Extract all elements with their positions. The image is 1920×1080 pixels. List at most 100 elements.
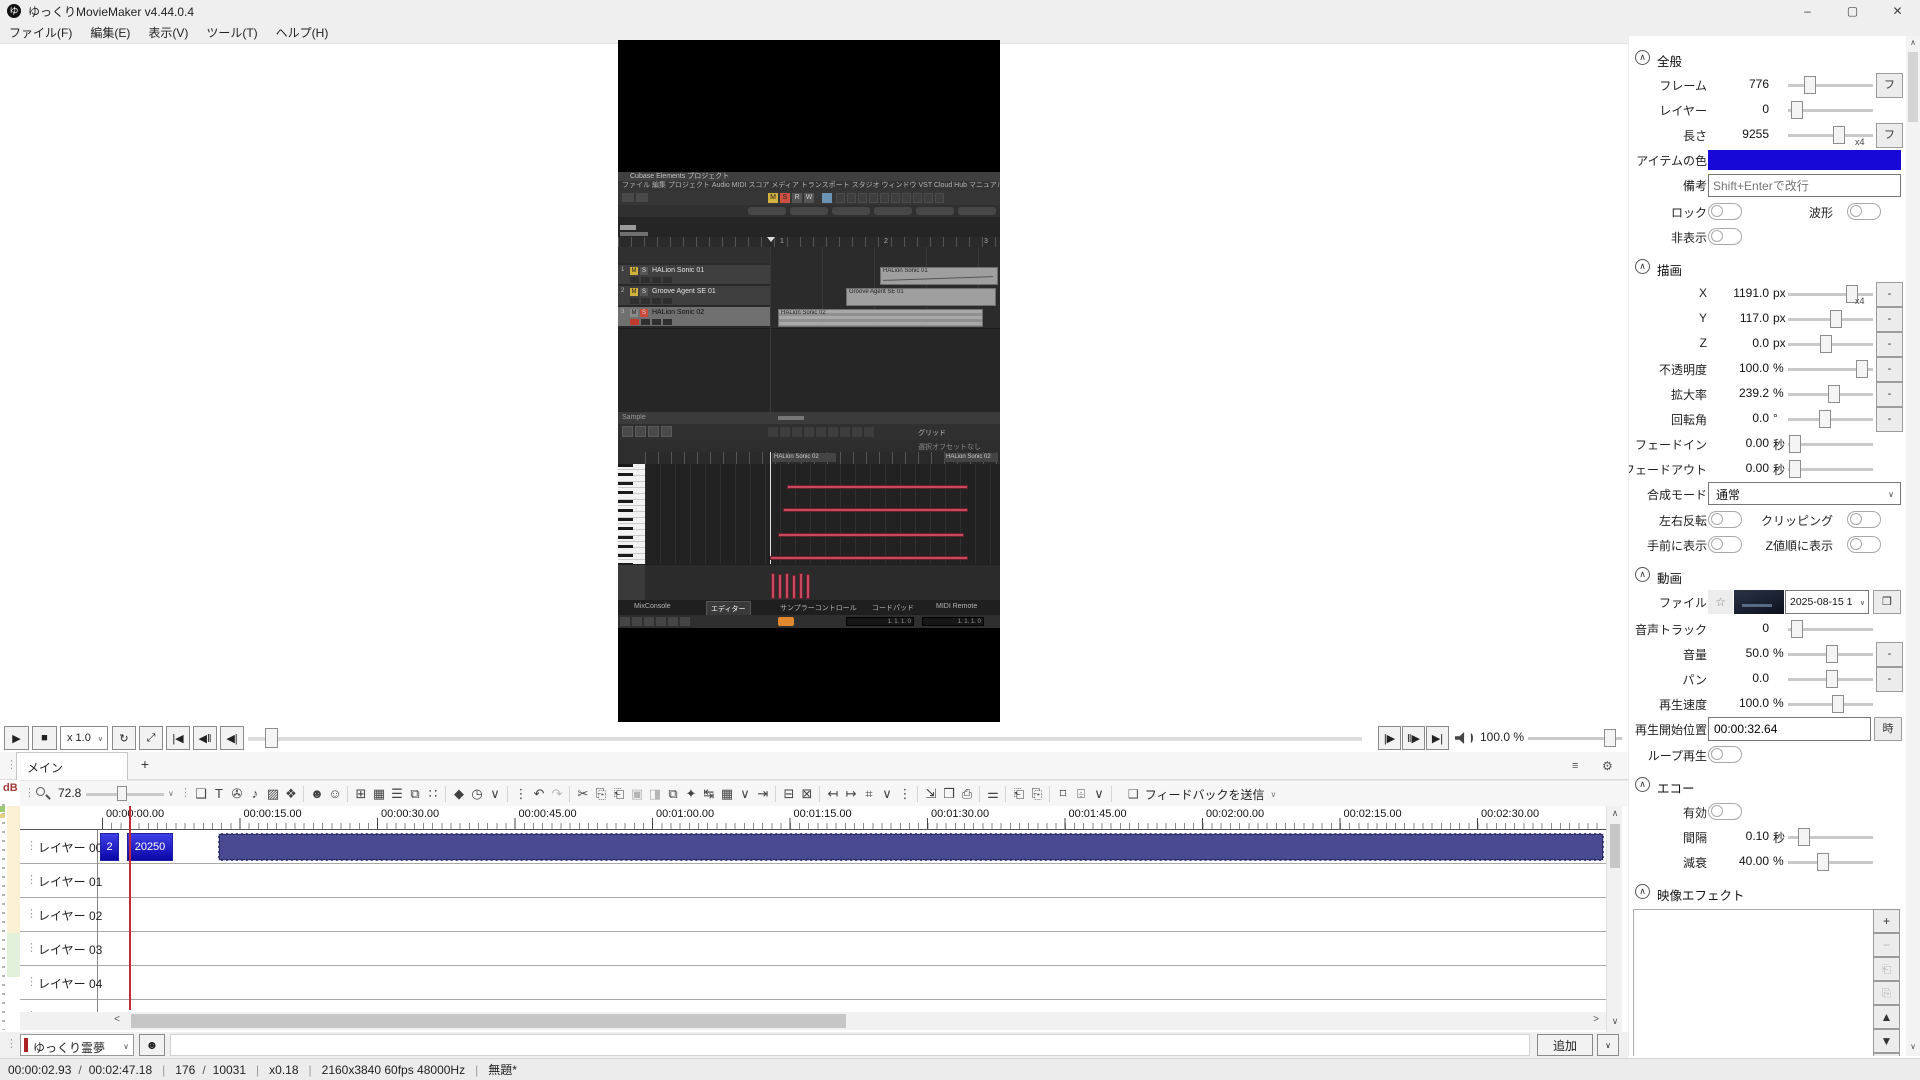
snap-icon[interactable]: ↹: [700, 784, 718, 804]
seek-slider-track[interactable]: [248, 737, 1362, 741]
timeline-item[interactable]: 20250: [127, 833, 173, 861]
open-folder-icon[interactable]: ❒: [940, 784, 958, 804]
video-effects-list[interactable]: [1633, 909, 1891, 1056]
x-link-button[interactable]: -: [1876, 282, 1903, 307]
lock-item-icon[interactable]: ✦: [682, 784, 700, 804]
stop-button[interactable]: ■: [32, 726, 57, 750]
section-collapse-button[interactable]: ∧: [1635, 259, 1650, 274]
panel-scroll-up-icon[interactable]: ∧: [1906, 38, 1920, 47]
text-item-icon[interactable]: T: [210, 784, 228, 804]
play-speed-slider-thumb[interactable]: [1832, 695, 1844, 713]
tab-list-icon[interactable]: ≡: [1572, 760, 1578, 772]
play-speed-slider-track[interactable]: [1788, 703, 1873, 706]
echo-enabled-toggle[interactable]: [1708, 803, 1742, 820]
close-button[interactable]: ✕: [1875, 0, 1920, 22]
panel-scroll-thumb[interactable]: [1908, 52, 1918, 122]
echo-interval-slider-thumb[interactable]: [1798, 828, 1810, 846]
undo-icon[interactable]: ↶: [530, 784, 548, 804]
rotation-slider-thumb[interactable]: [1819, 410, 1831, 428]
volume-slider-thumb[interactable]: [1604, 729, 1616, 747]
playhead[interactable]: [129, 806, 131, 1010]
x-value[interactable]: 1191.0: [1693, 286, 1769, 300]
table-icon[interactable]: ▦: [718, 784, 736, 804]
frame-slider-thumb[interactable]: [1804, 76, 1816, 94]
waveform-toggle[interactable]: [1847, 203, 1881, 220]
feedback-collapse-icon[interactable]: ∨: [1271, 790, 1277, 799]
section-collapse-button[interactable]: ∧: [1635, 884, 1650, 899]
capture-icon[interactable]: ⌹: [1072, 784, 1090, 804]
item-color-swatch[interactable]: [1708, 150, 1901, 170]
history-dropdown-icon[interactable]: ∨: [486, 784, 504, 804]
show-front-toggle[interactable]: [1708, 536, 1742, 553]
z-slider-thumb[interactable]: [1820, 335, 1832, 353]
frame-paste-icon[interactable]: ◨: [646, 784, 664, 804]
z-order-display-toggle[interactable]: [1847, 536, 1881, 553]
layer-drag-handle[interactable]: ⋮: [26, 873, 37, 886]
move-effect-down-button[interactable]: ▼: [1873, 1029, 1900, 1053]
loop-playback-toggle[interactable]: [1708, 746, 1742, 763]
length-slider-thumb[interactable]: [1833, 126, 1845, 144]
timeline-horizontal-scrollbar[interactable]: < >: [20, 1012, 1606, 1030]
length-link-button[interactable]: フ: [1876, 123, 1903, 148]
layer-header[interactable]: ⋮レイヤー 05: [20, 1000, 98, 1012]
toolbar-group-handle[interactable]: ⋮: [180, 786, 191, 799]
y-link-button[interactable]: -: [1876, 307, 1903, 332]
flip-horizontal-toggle[interactable]: [1708, 511, 1742, 528]
scroll-left-icon[interactable]: <: [104, 1014, 130, 1025]
jump-prev-icon[interactable]: ↤: [824, 784, 842, 804]
rotation-link-button[interactable]: -: [1876, 407, 1903, 432]
volume-slider-thumb[interactable]: [1826, 645, 1838, 663]
audio-track-slider-thumb[interactable]: [1791, 620, 1803, 638]
speed-select[interactable]: x 1.0∨: [60, 726, 108, 750]
mixer-icon[interactable]: ⚌: [984, 784, 1002, 804]
opacity-slider-thumb[interactable]: [1856, 360, 1868, 378]
overflow-dropdown-icon[interactable]: ∨: [878, 784, 896, 804]
frame-link-button[interactable]: フ: [1876, 73, 1903, 98]
layer-drag-handle[interactable]: ⋮: [26, 839, 37, 852]
template-icon[interactable]: ⊞: [352, 784, 370, 804]
shape-item-icon[interactable]: ❖: [282, 784, 300, 804]
frame-slider-track[interactable]: [1788, 84, 1873, 87]
prev-item-button[interactable]: ◀‖: [193, 726, 217, 750]
item-list-icon[interactable]: ☰: [388, 784, 406, 804]
echo-decay-slider-track[interactable]: [1788, 861, 1873, 864]
loop-playback-button[interactable]: ↻: [112, 726, 136, 750]
timeline-item[interactable]: 2: [100, 833, 119, 861]
next-frame-button[interactable]: |▶: [1378, 726, 1401, 750]
timeline-settings-gear-icon[interactable]: ⚙: [1602, 759, 1613, 773]
timeline-zoom-value[interactable]: 72.8: [58, 786, 81, 800]
layer-drag-handle[interactable]: ⋮: [26, 975, 37, 988]
zoom-rate-value[interactable]: 239.2: [1693, 386, 1769, 400]
scroll-down-icon[interactable]: ∨: [1607, 1016, 1623, 1027]
overflow-dots-icon[interactable]: ⋮: [896, 784, 914, 804]
play-button[interactable]: ▶: [4, 726, 29, 750]
menu-item-3[interactable]: ツール(T): [197, 22, 266, 43]
add-tab-button[interactable]: +: [136, 756, 154, 776]
length-value[interactable]: 9255: [1693, 127, 1769, 141]
volume-value[interactable]: 50.0: [1693, 646, 1769, 660]
opacity-link-button[interactable]: -: [1876, 357, 1903, 382]
pan-value[interactable]: 0.0: [1693, 671, 1769, 685]
layers-vertical-scrollbar[interactable]: ∧ ∨: [1606, 806, 1622, 1032]
jump-next-icon[interactable]: ↦: [842, 784, 860, 804]
more-dots-icon[interactable]: ⋮: [512, 784, 530, 804]
feedback-group[interactable]: ❑ フィードバックを送信 ∨: [1128, 781, 1276, 807]
add-effect-button[interactable]: +: [1873, 909, 1900, 933]
layer-value[interactable]: 0: [1693, 102, 1769, 116]
seek-end-button[interactable]: ▶|: [1426, 726, 1449, 750]
layer-slider-thumb[interactable]: [1791, 101, 1803, 119]
layer-header[interactable]: ⋮レイヤー 04: [20, 966, 98, 1000]
menu-item-4[interactable]: ヘルプ(H): [267, 22, 338, 43]
cut-icon[interactable]: ✂: [574, 784, 592, 804]
file-select[interactable]: 2025-08-15 1∨: [1785, 590, 1869, 614]
volume-link-button[interactable]: -: [1876, 642, 1903, 667]
layer-drag-handle[interactable]: ⋮: [26, 941, 37, 954]
speaker-icon[interactable]: [1455, 732, 1468, 744]
section-collapse-button[interactable]: ∧: [1635, 777, 1650, 792]
clipping-toggle[interactable]: [1847, 511, 1881, 528]
capture-dropdown-icon[interactable]: ∨: [1090, 784, 1108, 804]
section-collapse-button[interactable]: ∧: [1635, 50, 1650, 65]
audio-item-icon[interactable]: ♪: [246, 784, 264, 804]
expression-icon[interactable]: ☺: [326, 784, 344, 804]
toolbar-drag-handle[interactable]: ⋮: [24, 786, 35, 799]
